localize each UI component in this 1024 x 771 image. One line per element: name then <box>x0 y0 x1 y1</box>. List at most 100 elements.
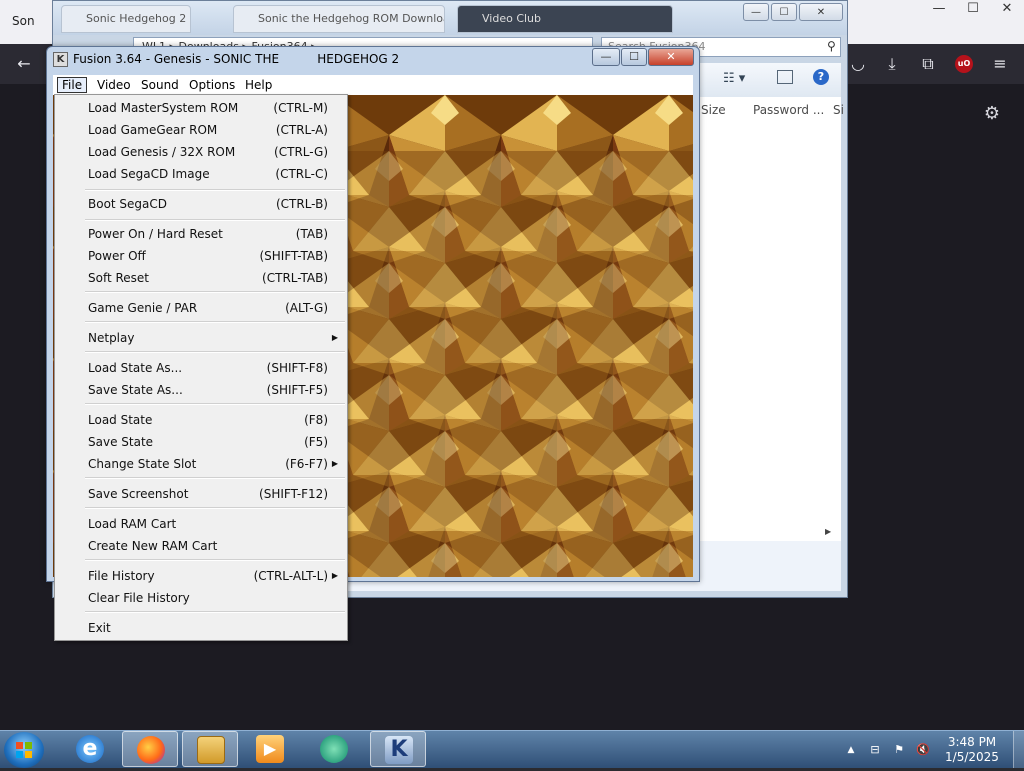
menu-item-game-genie-par[interactable]: Game Genie / PAR (ALT-G) <box>88 298 328 318</box>
browser-maximize-icon[interactable]: ☐ <box>956 0 990 18</box>
preview-pane-icon[interactable] <box>777 70 793 84</box>
browser-tab-title[interactable]: Son <box>12 14 35 28</box>
explorer-tab[interactable]: Sonic Hedgehog 2 - Genesis <box>61 5 191 33</box>
back-icon[interactable]: ← <box>14 54 34 74</box>
explorer-tab[interactable]: Video Club <box>457 5 673 33</box>
menu-item-shortcut: (SHIFT-F5) <box>266 383 328 397</box>
chat-app-icon <box>320 735 348 763</box>
menu-item-shortcut: (F8) <box>304 413 328 427</box>
fusion-title-right: HEDGEHOG 2 <box>317 52 400 66</box>
fusion-minimize-button[interactable]: — <box>592 48 620 66</box>
menu-item-load-state[interactable]: Load State (F8) <box>88 410 328 430</box>
menu-item-shortcut: (CTRL-G) <box>274 145 328 159</box>
menu-help[interactable]: Help <box>241 77 276 93</box>
taskbar-ie[interactable]: e <box>62 731 118 767</box>
pocket-icon[interactable]: ◡ <box>848 54 868 74</box>
menu-item-label: Boot SegaCD <box>88 197 168 211</box>
menu-item-label: Soft Reset <box>88 271 150 285</box>
menu-item-label: File History <box>88 569 155 583</box>
menu-item-label: Change State Slot <box>88 457 197 471</box>
menu-item-load-genesis-32x-rom[interactable]: Load Genesis / 32X ROM (CTRL-G) <box>88 142 328 162</box>
menu-item-save-state-as[interactable]: Save State As... (SHIFT-F5) <box>88 380 328 400</box>
explorer-maximize-icon[interactable]: ☐ <box>771 3 797 21</box>
volume-muted-icon[interactable]: 🔇 <box>916 743 930 757</box>
explorer-close-icon[interactable]: ✕ <box>799 3 843 21</box>
menu-item-load-mastersystem-rom[interactable]: Load MasterSystem ROM (CTRL-M) <box>88 98 328 118</box>
menu-item-label: Load Genesis / 32X ROM <box>88 145 236 159</box>
menu-item-label: Save State As... <box>88 383 183 397</box>
windows-logo-icon <box>16 742 32 758</box>
menu-item-soft-reset[interactable]: Soft Reset (CTRL-TAB) <box>88 268 328 288</box>
menu-item-change-state-slot[interactable]: Change State Slot (F6-F7) ▶ <box>88 454 338 474</box>
help-icon[interactable]: ? <box>813 69 829 85</box>
search-icon[interactable]: ⚲ <box>827 39 836 53</box>
taskbar-chat-app[interactable] <box>306 731 362 767</box>
menu-item-shortcut: (CTRL-C) <box>275 167 328 181</box>
view-options-icon[interactable]: ☷ ▾ <box>723 71 745 86</box>
column-header-si[interactable]: Si <box>833 103 844 117</box>
taskbar-explorer[interactable] <box>182 731 238 767</box>
action-center-flag-icon[interactable]: ⚑ <box>892 743 906 757</box>
menu-video[interactable]: Video <box>93 77 135 93</box>
menu-file[interactable]: File <box>57 77 88 93</box>
menu-item-netplay[interactable]: Netplay ▶ <box>88 328 338 348</box>
submenu-arrow-icon: ▶ <box>331 571 338 580</box>
menu-item-shortcut: (CTRL-ALT-L) <box>253 569 328 583</box>
taskbar-media-player[interactable]: ▶ <box>242 731 298 767</box>
fusion-close-button[interactable]: ✕ <box>648 48 694 66</box>
menu-item-power-on-hard-reset[interactable]: Power On / Hard Reset (TAB) <box>88 224 328 244</box>
fusion-app-icon: K <box>385 736 413 764</box>
menu-separator <box>85 477 345 479</box>
menu-item-save-state[interactable]: Save State (F5) <box>88 432 328 452</box>
menu-item-save-screenshot[interactable]: Save Screenshot (SHIFT-F12) <box>88 484 328 504</box>
start-button[interactable] <box>4 732 44 768</box>
system-clock[interactable]: 3:48 PM 1/5/2025 <box>940 735 1004 765</box>
scroll-right-icon[interactable]: ▶ <box>825 527 831 536</box>
show-desktop-button[interactable] <box>1013 731 1024 768</box>
menu-item-shortcut: (CTRL-B) <box>275 197 328 211</box>
menu-item-load-state-as[interactable]: Load State As... (SHIFT-F8) <box>88 358 328 378</box>
menu-item-label: Load RAM Cart <box>88 517 177 531</box>
fusion-title-left: Fusion 3.64 - Genesis - SONIC THE <box>73 52 280 66</box>
settings-gear-icon[interactable]: ⚙ <box>982 104 1002 124</box>
menu-icon[interactable]: ≡ <box>990 54 1010 74</box>
menu-item-shortcut: (F6-F7) <box>285 457 328 471</box>
menu-item-boot-segacd[interactable]: Boot SegaCD (CTRL-B) <box>88 194 328 214</box>
menu-separator <box>85 403 345 405</box>
menu-separator <box>85 559 345 561</box>
menu-item-label: Netplay <box>88 331 135 345</box>
menu-item-clear-file-history[interactable]: Clear File History <box>88 588 328 608</box>
menu-item-load-segacd-image[interactable]: Load SegaCD Image (CTRL-C) <box>88 164 328 184</box>
clock-date: 1/5/2025 <box>945 750 999 764</box>
ublock-icon[interactable]: uO <box>955 55 973 73</box>
menu-item-label: Load State <box>88 413 153 427</box>
download-icon[interactable]: ⤓ <box>882 54 902 74</box>
menu-item-file-history[interactable]: File History (CTRL-ALT-L) ▶ <box>88 566 338 586</box>
explorer-minimize-icon[interactable]: — <box>743 3 769 21</box>
menu-item-exit[interactable]: Exit <box>88 618 328 638</box>
menu-item-label: Power Off <box>88 249 146 263</box>
explorer-titlebar: Sonic Hedgehog 2 - Genesis Sonic the Hed… <box>53 1 847 35</box>
media-player-icon: ▶ <box>256 735 284 763</box>
menu-item-load-ram-cart[interactable]: Load RAM Cart <box>88 514 328 534</box>
menu-sound[interactable]: Sound <box>137 77 183 93</box>
menu-item-load-gamegear-rom[interactable]: Load GameGear ROM (CTRL-A) <box>88 120 328 140</box>
fusion-menubar: File Video Sound Options Help <box>53 75 693 96</box>
menu-item-shortcut: (SHIFT-F12) <box>259 487 328 501</box>
column-header-password[interactable]: Password ... <box>753 103 824 117</box>
explorer-tab[interactable]: Sonic the Hedgehog ROM Download Fusion <box>233 5 445 33</box>
menu-item-power-off[interactable]: Power Off (SHIFT-TAB) <box>88 246 328 266</box>
network-icon[interactable]: ⊟ <box>868 743 882 757</box>
browser-minimize-icon[interactable]: — <box>922 0 956 18</box>
column-header-size[interactable]: Size <box>701 103 726 117</box>
taskbar-fusion[interactable]: K <box>370 731 426 767</box>
browser-close-icon[interactable]: ✕ <box>990 0 1024 18</box>
fusion-maximize-button[interactable]: ☐ <box>621 48 647 66</box>
menu-options[interactable]: Options <box>185 77 239 93</box>
taskbar-firefox[interactable] <box>122 731 178 767</box>
show-hidden-icons-icon[interactable]: ▲ <box>844 743 858 757</box>
menu-item-label: Create New RAM Cart <box>88 539 218 553</box>
menu-item-label: Load GameGear ROM <box>88 123 218 137</box>
menu-item-create-new-ram-cart[interactable]: Create New RAM Cart <box>88 536 328 556</box>
extensions-icon[interactable]: ⧉ <box>918 54 938 74</box>
